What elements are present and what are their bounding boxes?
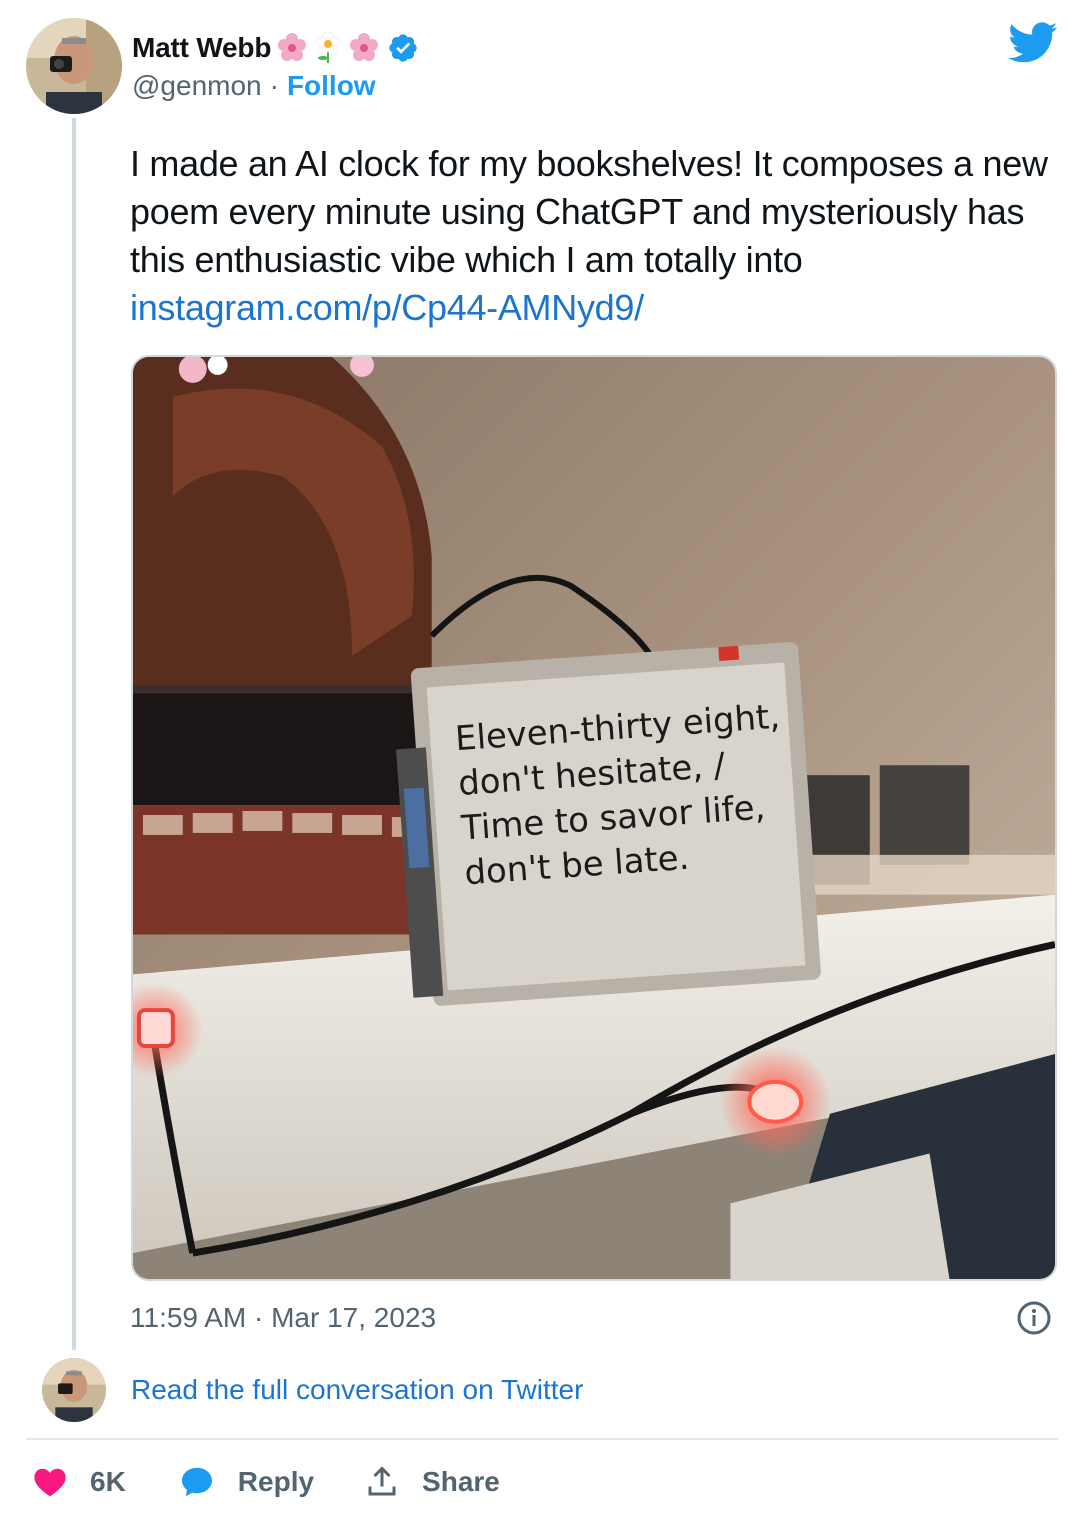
footer-divider [26,1438,1058,1440]
action-bar: 6K Reply Share [32,1460,500,1504]
tweet-body: I made an AI clock for my bookshelves! I… [130,143,1048,280]
cherry-blossom-icon [277,32,307,64]
tweet-timestamp[interactable]: 11:59 AM · Mar 17, 2023 [130,1302,436,1334]
cherry-blossom-icon [349,32,379,64]
like-count: 6K [90,1466,126,1497]
author-handle-row: @genmon · Follow [132,70,376,102]
thread-line [72,118,76,1350]
tweet-text: I made an AI clock for my bookshelves! I… [130,140,1050,332]
verified-badge-icon [387,32,419,64]
info-icon[interactable] [1016,1300,1052,1336]
reply-bubble-icon [181,1467,212,1497]
reply-button[interactable]: Reply [178,1464,364,1500]
avatar[interactable] [26,18,122,114]
like-button[interactable]: 6K [32,1464,178,1500]
author-name-row: Matt Webb [132,28,419,68]
read-full-conversation-link[interactable]: Read the full conversation on Twitter [131,1374,583,1406]
follow-button[interactable]: Follow [287,70,376,102]
heart-icon [34,1468,66,1497]
share-label: Share [422,1466,500,1497]
share-icon [368,1466,396,1496]
separator-dot: · [269,70,279,101]
share-button[interactable]: Share [364,1464,500,1500]
author-name[interactable]: Matt Webb [132,32,271,64]
tweet-photo[interactable]: Eleven-thirty eight, don't hesitate, / T… [131,355,1057,1281]
reply-avatar [42,1358,106,1422]
tweet-card: Matt Webb @genmon · Follow I made an AI … [0,0,1084,1514]
tweet-link[interactable]: instagram.com/p/Cp44-AMNyd9/ [130,287,644,328]
twitter-bird-icon[interactable] [1008,22,1058,64]
author-handle[interactable]: @genmon [132,70,262,102]
reply-label: Reply [237,1466,315,1497]
blossom-icon [313,31,343,64]
